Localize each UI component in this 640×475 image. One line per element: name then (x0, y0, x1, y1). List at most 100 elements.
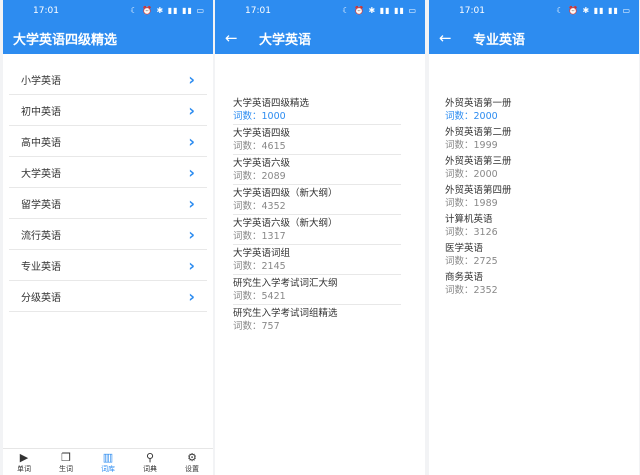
wordbook-name: 外贸英语第三册 (445, 156, 512, 167)
wordbook-item[interactable]: 商务英语词数：2352 (445, 269, 613, 298)
tab-new-words[interactable]: ❐ 生词 (45, 449, 87, 475)
chevron-right-icon: › (188, 224, 195, 244)
wordbook-count: 词数：1999 (445, 140, 498, 151)
wordbook-name: 外贸英语第四册 (445, 185, 512, 196)
category-label: 大学英语 (21, 168, 61, 180)
wordbook-item[interactable]: 大学英语六级 词数：2089 (233, 155, 401, 185)
wordbook-name: 研究生入学考试词组精选 (233, 308, 338, 319)
wordbook-list: 大学英语四级精选 词数：1000 大学英语四级 词数：4615 大学英语六级 词数：2… (215, 95, 425, 334)
category-label: 流行英语 (21, 230, 61, 242)
wordbook-count: 词数：3126 (445, 227, 498, 238)
chevron-right-icon: › (188, 100, 195, 120)
tab-dictionary[interactable]: ⚲ 词典 (129, 449, 171, 475)
wordbook-name: 大学英语词组 (233, 248, 291, 259)
status-icons: ☾ ⏰ ✱ ▮▮ ▮▮ ▭ (342, 6, 417, 15)
tab-settings[interactable]: ⚙ 设置 (171, 449, 213, 475)
category-label: 小学英语 (21, 75, 61, 87)
chevron-right-icon: › (188, 69, 195, 89)
wordbook-count: 词数：4615 (233, 141, 286, 152)
wordbook-count: 词数：2145 (233, 261, 286, 272)
category-item-junior[interactable]: 初中英语 › (9, 95, 207, 126)
gear-icon: ⚙ (187, 451, 197, 464)
chevron-right-icon: › (188, 286, 195, 306)
wordbook-item[interactable]: 外贸英语第四册 词数：1989 (445, 182, 613, 211)
category-item-professional[interactable]: 专业英语 › (9, 250, 207, 281)
back-arrow-icon[interactable]: ← (439, 29, 461, 47)
category-list: 小学英语 › 初中英语 › 高中英语 › 大学英语 › 留学英语 › 流行英语 › 专业英语… (3, 64, 213, 312)
wordbook-name: 大学英语四级（新大纲） (233, 188, 338, 199)
wordbook-item[interactable]: 研究生入学考试词组精选 词数：757 (233, 305, 401, 334)
wordbook-count: 词数：1989 (445, 198, 498, 209)
wordbook-item[interactable]: 大学英语六级（新大纲） 词数：1317 (233, 215, 401, 245)
wordbook-name: 大学英语四级 (233, 128, 291, 139)
chevron-right-icon: › (188, 193, 195, 213)
category-label: 高中英语 (21, 137, 61, 149)
chevron-right-icon: › (188, 162, 195, 182)
wordbook-count: 词数：1000 (233, 111, 286, 122)
wordbook-item[interactable]: 大学英语词组 词数：2145 (233, 245, 401, 275)
tab-label: 词库 (101, 465, 115, 473)
category-item-senior[interactable]: 高中英语 › (9, 126, 207, 157)
wordbook-item[interactable]: 外贸英语第二册 词数：1999 (445, 124, 613, 153)
category-item-primary[interactable]: 小学英语 › (9, 64, 207, 95)
category-label: 留学英语 (21, 199, 61, 211)
play-icon: ▶ (19, 451, 29, 464)
wordbook-item[interactable]: 外贸英语第三册 词数：2000 (445, 153, 613, 182)
bottom-tab-bar: ▶ 单词 ❐ 生词 ▥ 词库 ⚲ 词典 ⚙ 设置 (3, 448, 213, 475)
category-label: 专业英语 (21, 261, 61, 273)
wordbook-name: 商务英语 (445, 272, 484, 283)
status-bar: 17:01 ☾ ⏰ ✱ ▮▮ ▮▮ ▭ (429, 0, 639, 22)
status-bar: 17:01 ☾ ⏰ ✱ ▮▮ ▮▮ ▭ (3, 0, 213, 22)
wordbook-item[interactable]: 计算机英语词数：3126 (445, 211, 613, 240)
wordbook-name: 大学英语六级（新大纲） (233, 218, 338, 229)
status-time: 17:01 (245, 6, 271, 16)
copy-icon: ❐ (61, 451, 71, 464)
wordbook-count: 词数：5421 (233, 291, 286, 302)
page-title: 大学英语四级精选 (13, 32, 118, 48)
wordbook-count: 词数：2725 (445, 256, 498, 267)
wordbook-count: 词数：757 (233, 321, 280, 332)
category-item-popular[interactable]: 流行英语 › (9, 219, 207, 250)
wordbook-list: 外贸英语第一册 词数：2000 外贸英语第二册 词数：1999 外贸英语第三册 词数：… (429, 95, 639, 298)
status-icons: ☾ ⏰ ✱ ▮▮ ▮▮ ▭ (556, 6, 631, 15)
category-item-graded[interactable]: 分级英语 › (9, 281, 207, 312)
wordbook-item[interactable]: 大学英语四级精选 词数：1000 (233, 95, 401, 125)
screen-vocab-menu: 17:01 ☾ ⏰ ✱ ▮▮ ▮▮ ▭ 大学英语四级精选 小学英语 › 初中英语 ›… (3, 0, 213, 475)
app-bar: ← 大学英语 (215, 22, 425, 54)
wordbook-name: 外贸英语第一册 (445, 98, 512, 109)
screen-professional-english: 17:01 ☾ ⏰ ✱ ▮▮ ▮▮ ▭ ← 专业英语 外贸英语第一册 词数：200… (429, 0, 639, 475)
tab-label: 词典 (143, 465, 157, 473)
wordbook-item[interactable]: 研究生入学考试词汇大纲 词数：5421 (233, 275, 401, 305)
wordbook-item[interactable]: 大学英语四级（新大纲） 词数：4352 (233, 185, 401, 215)
wordbook-item[interactable]: 大学英语四级 词数：4615 (233, 125, 401, 155)
chevron-right-icon: › (188, 131, 195, 151)
wordbook-name: 大学英语六级 (233, 158, 291, 169)
app-bar: 大学英语四级精选 (3, 22, 213, 54)
back-arrow-icon[interactable]: ← (225, 29, 247, 47)
category-label: 分级英语 (21, 292, 61, 304)
tab-word-bank[interactable]: ▥ 词库 (87, 449, 129, 475)
category-item-college[interactable]: 大学英语 › (9, 157, 207, 188)
status-bar: 17:01 ☾ ⏰ ✱ ▮▮ ▮▮ ▭ (215, 0, 425, 22)
wordbook-item[interactable]: 外贸英语第一册 词数：2000 (445, 95, 613, 124)
page-title: 专业英语 (473, 32, 526, 48)
wordbook-count: 词数：4352 (233, 201, 286, 212)
wordbook-item[interactable]: 医学英语词数：2725 (445, 240, 613, 269)
tab-words[interactable]: ▶ 单词 (3, 449, 45, 475)
wordbook-name: 外贸英语第二册 (445, 127, 512, 138)
wordbook-name: 研究生入学考试词汇大纲 (233, 278, 338, 289)
page-title: 大学英语 (259, 32, 312, 48)
tab-label: 生词 (59, 465, 73, 473)
wordbook-count: 词数：2000 (445, 169, 498, 180)
status-time: 17:01 (459, 6, 485, 16)
wordbook-count: 词数：2000 (445, 111, 498, 122)
wordbook-count: 词数：2352 (445, 285, 498, 296)
app-bar: ← 专业英语 (429, 22, 639, 54)
category-label: 初中英语 (21, 106, 61, 118)
wordbook-name: 计算机英语 (445, 214, 493, 225)
wordbook-name: 医学英语 (445, 243, 484, 254)
chevron-right-icon: › (188, 255, 195, 275)
status-time: 17:01 (33, 6, 59, 16)
category-item-abroad[interactable]: 留学英语 › (9, 188, 207, 219)
wordbook-name: 大学英语四级精选 (233, 98, 310, 109)
